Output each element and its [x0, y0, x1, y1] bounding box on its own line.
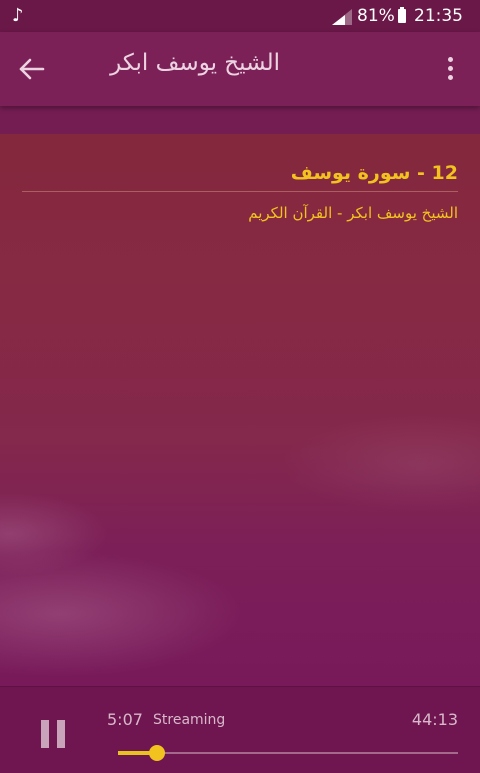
divider [22, 191, 458, 192]
streaming-status: Streaming [153, 712, 226, 728]
seek-bar[interactable] [118, 743, 458, 763]
pause-icon [41, 720, 49, 748]
track-subtitle: الشيخ يوسف ابكر - القرآن الكريم [248, 204, 458, 222]
total-time: 44:13 [411, 710, 458, 729]
seek-thumb[interactable] [149, 745, 166, 761]
seek-track [118, 752, 458, 754]
arrow-back-icon [19, 58, 45, 80]
battery-icon [398, 7, 406, 23]
more-vert-icon-dot [448, 66, 453, 71]
more-vert-icon [448, 57, 453, 62]
status-bar: ♪ 81% 21:35 [0, 0, 480, 32]
more-vert-icon-dot [448, 75, 453, 80]
header-strip [0, 106, 480, 134]
battery-percent: 81% [357, 6, 395, 26]
pause-button[interactable] [36, 717, 70, 751]
now-playing-panel: 12 - سورة يوسف الشيخ يوسف ابكر - القرآن … [0, 134, 480, 686]
player-controls: 5:07 Streaming 44:13 [0, 686, 480, 773]
app-root: ♪ 81% 21:35 الشيخ يوسف ابكر 12 - سورة يو… [0, 0, 480, 773]
current-time: 5:07 [107, 710, 143, 729]
track-title: 12 - سورة يوسف [290, 162, 458, 184]
back-button[interactable] [14, 52, 48, 86]
music-note-icon: ♪ [12, 5, 24, 26]
pause-icon-bar [57, 720, 65, 748]
toolbar: الشيخ يوسف ابكر [0, 32, 480, 106]
clock: 21:35 [414, 6, 463, 26]
more-options-button[interactable] [440, 52, 462, 86]
page-title: الشيخ يوسف ابكر [110, 50, 280, 76]
signal-icon [332, 9, 352, 25]
